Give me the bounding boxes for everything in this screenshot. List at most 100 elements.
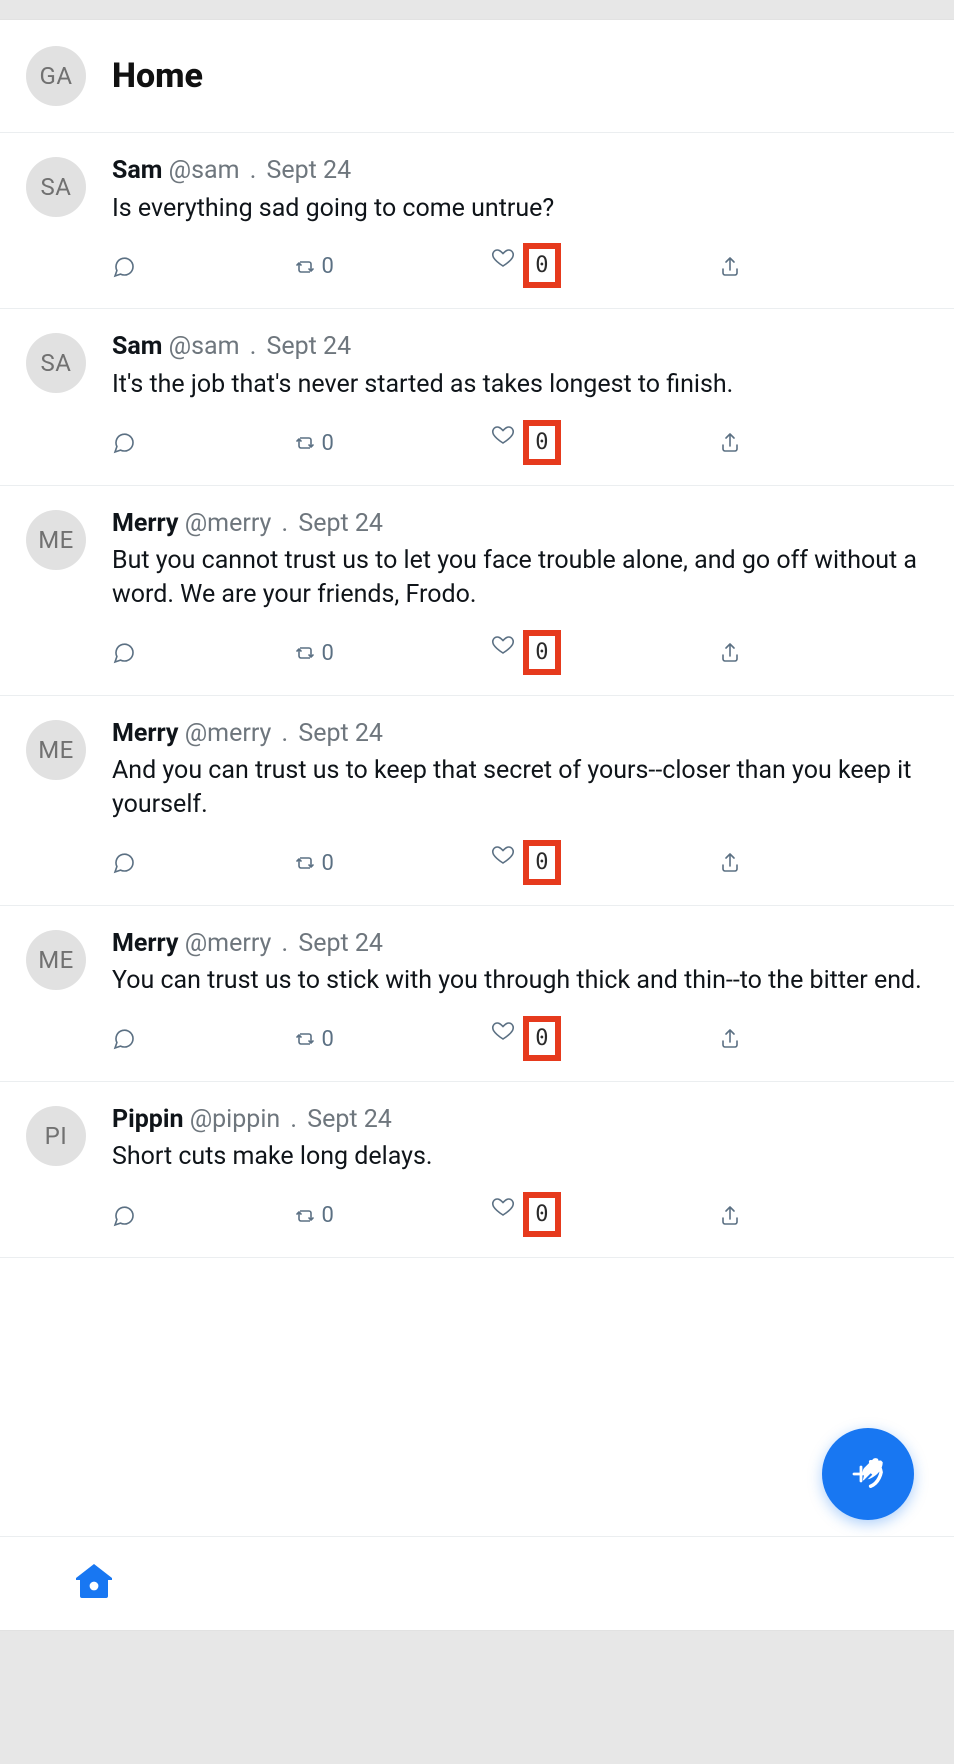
post-date: Sept 24 — [298, 509, 383, 538]
retweet-count: 0 — [321, 1203, 333, 1228]
post-avatar[interactable]: SA — [26, 157, 86, 217]
post-author-handle[interactable]: @pippin — [190, 1105, 287, 1134]
reply-icon — [112, 255, 136, 279]
post-actions: 0 0 — [112, 1018, 752, 1061]
post[interactable]: ME Merry @merry . Sept 24 And you can tr… — [0, 696, 954, 906]
retweet-count: 0 — [321, 431, 333, 456]
post-actions: 0 0 — [112, 632, 752, 675]
post-author-name[interactable]: Merry — [112, 929, 179, 958]
share-icon — [718, 431, 742, 455]
share-button[interactable] — [718, 431, 742, 455]
home-tab[interactable] — [70, 1558, 118, 1610]
post-body: Sam @sam . Sept 24 Is everything sad goi… — [112, 155, 928, 288]
post-author-name[interactable]: Merry — [112, 719, 179, 748]
retweet-button[interactable]: 0 — [293, 254, 333, 279]
page-title: Home — [112, 56, 203, 96]
retweet-button[interactable]: 0 — [293, 851, 333, 876]
like-button[interactable]: 0 — [491, 842, 560, 885]
post-author-name[interactable]: Merry — [112, 509, 179, 538]
post-actions: 0 0 — [112, 842, 752, 885]
post-actions: 0 0 — [112, 245, 752, 288]
separator: . — [250, 156, 257, 185]
post-avatar[interactable]: PI — [26, 1106, 86, 1166]
like-button[interactable]: 0 — [491, 1018, 560, 1061]
heart-icon — [491, 1018, 515, 1042]
reply-icon — [112, 641, 136, 665]
heart-icon — [491, 632, 515, 656]
post-text: Short cuts make long delays. — [112, 1140, 928, 1174]
reply-button[interactable] — [112, 431, 136, 455]
compose-button[interactable] — [822, 1428, 914, 1520]
separator: . — [250, 332, 257, 361]
separator: . — [282, 929, 289, 958]
reply-button[interactable] — [112, 1027, 136, 1051]
reply-button[interactable] — [112, 255, 136, 279]
share-button[interactable] — [718, 1027, 742, 1051]
like-button[interactable]: 0 — [491, 1194, 560, 1237]
separator: . — [282, 719, 289, 748]
like-count: 0 — [529, 636, 554, 669]
retweet-button[interactable]: 0 — [293, 1203, 333, 1228]
post[interactable]: ME Merry @merry . Sept 24 But you cannot… — [0, 486, 954, 696]
feed-container: GA Home SA Sam @sam . Sept 24 Is everyth… — [0, 20, 954, 1630]
post-header: Sam @sam . Sept 24 — [112, 155, 928, 188]
post-author-name[interactable]: Pippin — [112, 1105, 183, 1134]
reply-button[interactable] — [112, 641, 136, 665]
reply-button[interactable] — [112, 851, 136, 875]
post-text: And you can trust us to keep that secret… — [112, 754, 928, 822]
heart-icon — [491, 245, 515, 269]
reply-button[interactable] — [112, 1204, 136, 1228]
post-author-name[interactable]: Sam — [112, 332, 162, 361]
post[interactable]: SA Sam @sam . Sept 24 It's the job that'… — [0, 309, 954, 485]
post-date: Sept 24 — [298, 929, 383, 958]
feed: SA Sam @sam . Sept 24 Is everything sad … — [0, 133, 954, 1258]
reply-icon — [112, 1027, 136, 1051]
post-author-handle[interactable]: @sam — [169, 332, 246, 361]
share-button[interactable] — [718, 255, 742, 279]
post-date: Sept 24 — [267, 156, 352, 185]
heart-icon — [491, 1194, 515, 1218]
separator: . — [282, 509, 289, 538]
share-button[interactable] — [718, 641, 742, 665]
post-date: Sept 24 — [298, 719, 383, 748]
post-author-handle[interactable]: @merry — [185, 509, 278, 538]
share-icon — [718, 255, 742, 279]
retweet-count: 0 — [321, 254, 333, 279]
post-text: But you cannot trust us to let you face … — [112, 544, 928, 612]
post-body: Merry @merry . Sept 24 But you cannot tr… — [112, 508, 928, 675]
post-author-handle[interactable]: @merry — [185, 929, 278, 958]
post-header: Merry @merry . Sept 24 — [112, 508, 928, 541]
bottom-nav — [0, 1536, 954, 1630]
post-avatar[interactable]: ME — [26, 720, 86, 780]
profile-avatar[interactable]: GA — [26, 46, 86, 106]
retweet-icon — [293, 1027, 317, 1051]
retweet-button[interactable]: 0 — [293, 641, 333, 666]
compose-icon — [847, 1453, 889, 1495]
retweet-button[interactable]: 0 — [293, 1027, 333, 1052]
share-button[interactable] — [718, 1204, 742, 1228]
share-icon — [718, 851, 742, 875]
like-count-highlight: 0 — [523, 420, 560, 465]
reply-icon — [112, 431, 136, 455]
app-frame: GA Home SA Sam @sam . Sept 24 Is everyth… — [0, 20, 954, 1630]
heart-icon — [491, 842, 515, 866]
post[interactable]: ME Merry @merry . Sept 24 You can trust … — [0, 906, 954, 1082]
post-date: Sept 24 — [267, 332, 352, 361]
like-button[interactable]: 0 — [491, 422, 560, 465]
post-body: Merry @merry . Sept 24 You can trust us … — [112, 928, 928, 1061]
post-avatar[interactable]: ME — [26, 930, 86, 990]
post[interactable]: SA Sam @sam . Sept 24 Is everything sad … — [0, 133, 954, 309]
like-button[interactable]: 0 — [491, 632, 560, 675]
retweet-button[interactable]: 0 — [293, 431, 333, 456]
like-button[interactable]: 0 — [491, 245, 560, 288]
share-button[interactable] — [718, 851, 742, 875]
post-avatar[interactable]: SA — [26, 333, 86, 393]
post-author-handle[interactable]: @sam — [169, 156, 246, 185]
post-date: Sept 24 — [307, 1105, 392, 1134]
post[interactable]: PI Pippin @pippin . Sept 24 Short cuts m… — [0, 1082, 954, 1258]
retweet-count: 0 — [321, 1027, 333, 1052]
post-avatar[interactable]: ME — [26, 510, 86, 570]
post-author-handle[interactable]: @merry — [185, 719, 278, 748]
post-author-name[interactable]: Sam — [112, 156, 162, 185]
share-icon — [718, 641, 742, 665]
